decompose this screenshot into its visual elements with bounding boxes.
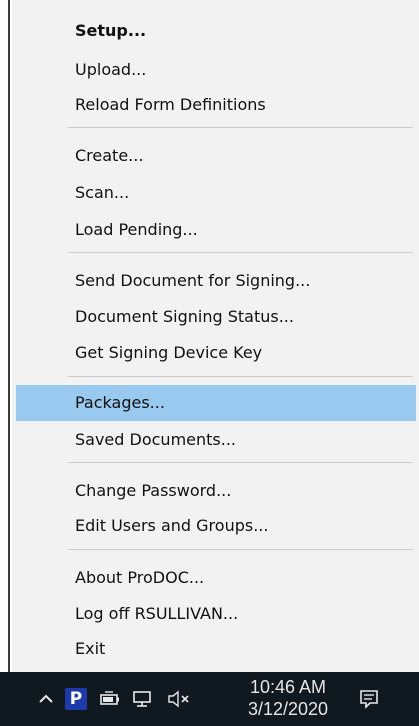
- menu-separator: [68, 376, 413, 377]
- menu-item-packages[interactable]: Packages...: [16, 385, 416, 421]
- power-icon[interactable]: [96, 672, 124, 726]
- context-menu: Setup... Upload... Reload Form Definitio…: [12, 0, 419, 672]
- taskbar-clock[interactable]: 10:46 AM 3/12/2020: [234, 676, 342, 720]
- menu-item-saved-documents[interactable]: Saved Documents...: [16, 423, 416, 456]
- menu-separator: [68, 252, 413, 253]
- notification-icon[interactable]: [354, 672, 384, 726]
- menu-separator: [68, 127, 413, 128]
- chevron-up-icon[interactable]: [34, 672, 58, 726]
- menu-item-reload-form-definitions[interactable]: Reload Form Definitions: [16, 88, 416, 121]
- menu-item-upload[interactable]: Upload...: [16, 53, 416, 86]
- menu-item-log-off[interactable]: Log off RSULLIVAN...: [16, 597, 416, 630]
- menu-separator: [68, 549, 413, 550]
- menu-item-create[interactable]: Create...: [16, 139, 416, 172]
- menu-item-document-signing-status[interactable]: Document Signing Status...: [16, 300, 416, 333]
- clock-date: 3/12/2020: [247, 699, 329, 719]
- prodoc-app-letter: P: [65, 688, 87, 710]
- menu-item-change-password[interactable]: Change Password...: [16, 474, 416, 507]
- clock-time: 10:46 AM: [249, 677, 327, 697]
- menu-item-load-pending[interactable]: Load Pending...: [16, 213, 416, 246]
- menu-separator: [68, 462, 413, 463]
- menu-item-get-signing-device-key[interactable]: Get Signing Device Key: [16, 336, 416, 369]
- taskbar: P 10:46 AM 3/12/2020: [0, 672, 419, 726]
- menu-item-exit[interactable]: Exit: [16, 632, 416, 665]
- volume-muted-icon[interactable]: [162, 672, 198, 726]
- menu-item-send-document-for-signing[interactable]: Send Document for Signing...: [16, 264, 416, 297]
- prodoc-app-icon[interactable]: P: [62, 672, 90, 726]
- menu-item-setup[interactable]: Setup...: [16, 14, 416, 47]
- menu-item-edit-users-and-groups[interactable]: Edit Users and Groups...: [16, 509, 416, 542]
- menu-item-scan[interactable]: Scan...: [16, 176, 416, 209]
- network-icon[interactable]: [128, 672, 158, 726]
- window-border: [8, 0, 10, 672]
- window-edge: [0, 0, 10, 672]
- menu-item-about-prodoc[interactable]: About ProDOC...: [16, 561, 416, 594]
